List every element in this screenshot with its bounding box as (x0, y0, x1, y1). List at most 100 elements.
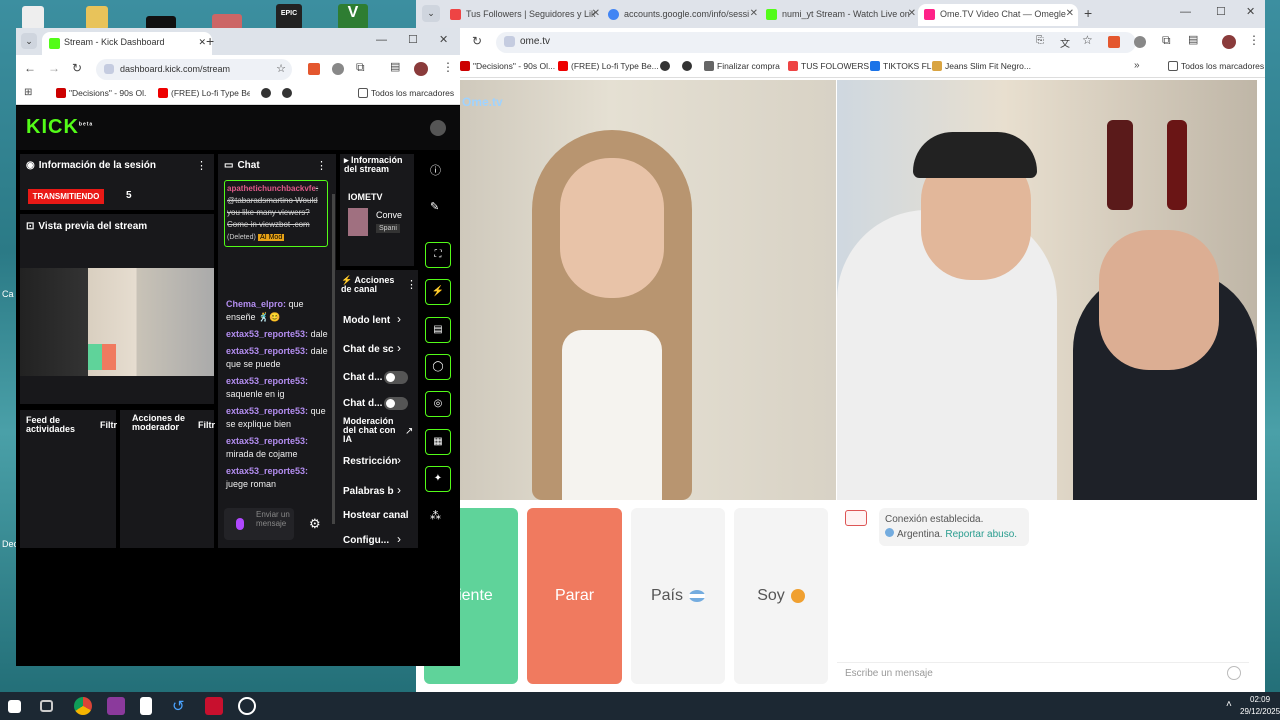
avatar[interactable] (1222, 35, 1236, 49)
tab-ometv[interactable]: Ome.TV Video Chat — Omegle ✕ (918, 4, 1078, 26)
sidebar-icon[interactable]: ▤ (1188, 33, 1198, 46)
notes-icon[interactable]: ▤ (425, 317, 451, 343)
bookmark-item[interactable]: TUS FOLOWERS (788, 61, 869, 71)
minimize-icon[interactable]: — (1180, 6, 1191, 18)
maximize-icon[interactable]: ☐ (1216, 5, 1226, 18)
tab-google-accounts[interactable]: accounts.google.com/info/sessi ✕ (602, 4, 762, 26)
menu-icon[interactable]: ⋮ (442, 60, 454, 74)
close-icon[interactable]: ✕ (908, 8, 916, 19)
bookmark-item[interactable]: TIKTOKS FL (870, 61, 932, 71)
back-icon[interactable]: ← (24, 61, 36, 75)
chat-username[interactable]: Chema_elpro: (226, 299, 286, 309)
action-slow-mode[interactable]: Modo lent (343, 315, 390, 326)
winrar-icon[interactable] (107, 697, 125, 715)
chat-username[interactable]: extax53_reporte53: (226, 436, 308, 446)
external-link-icon[interactable]: ↗ (405, 426, 413, 437)
tray-chevron-icon[interactable]: ˄ (1226, 699, 1232, 710)
broadcast-icon[interactable]: ◎ (425, 391, 451, 417)
tab-kick-stream[interactable]: numi_yt Stream - Watch Live on ✕ (760, 4, 920, 26)
more-bookmarks-icon[interactable]: » (1134, 60, 1140, 71)
message-input[interactable]: Escribe un mensaje (837, 662, 1249, 684)
layout-icon[interactable]: ▦ (425, 429, 451, 455)
bookmark-item[interactable]: (FREE) Lo-fi Type Be... (158, 88, 250, 98)
chat-send-box[interactable]: Enviar un mensaje (224, 508, 294, 540)
channel-actions-menu-icon[interactable]: ⋮ (406, 278, 417, 291)
mod-filter[interactable]: Filtr (198, 420, 215, 430)
tab-kick-dashboard[interactable]: Stream - Kick Dashboard ✕ (42, 32, 212, 55)
share-icon[interactable]: ⁂ (430, 509, 441, 522)
category-name[interactable]: Conve (376, 210, 402, 220)
action-settings[interactable]: Configu... (343, 535, 389, 546)
minimize-icon[interactable]: — (376, 34, 387, 46)
sidebar-icon[interactable]: ▤ (390, 60, 400, 73)
forward-icon[interactable]: → (48, 61, 60, 75)
chat-menu-icon[interactable]: ⋮ (316, 159, 327, 172)
new-tab-icon[interactable]: + (1084, 5, 1092, 21)
all-bookmarks[interactable]: Todos los marcadores (358, 88, 454, 98)
tab-tusfollowers[interactable]: Tus Followers | Seguidores y Lik ✕ (444, 4, 604, 26)
screenshot-icon[interactable]: ⛶ (425, 242, 451, 268)
maximize-icon[interactable]: ☐ (408, 33, 418, 46)
emoji-icon[interactable] (1227, 666, 1241, 680)
country-button[interactable]: País (631, 508, 725, 684)
edit-icon[interactable]: ✎ (430, 200, 439, 213)
chat-username[interactable]: extax53_reporte53: (226, 329, 308, 339)
action-ai-moderation[interactable]: Moderación del chat con IA (343, 417, 405, 444)
file-icon[interactable] (140, 697, 152, 715)
avatar[interactable] (414, 62, 428, 76)
toggle-switch[interactable] (384, 397, 408, 410)
feed-filter[interactable]: Filtr (100, 420, 117, 430)
extension-icon[interactable] (1134, 36, 1146, 48)
gender-button[interactable]: Soy (734, 508, 828, 684)
gta-icon[interactable]: V (338, 4, 368, 30)
chat-scrollbar[interactable] (332, 194, 335, 524)
kick-logo[interactable]: KICKbeta (26, 116, 93, 139)
session-menu-icon[interactable]: ⋮ (196, 159, 207, 172)
apps-icon[interactable]: ⊞ (24, 87, 32, 98)
mic-icon[interactable] (236, 518, 244, 530)
close-icon[interactable]: ✕ (592, 8, 600, 19)
all-bookmarks[interactable]: Todos los marcadores (1168, 61, 1264, 71)
bookmark-item[interactable]: (FREE) Lo-fi Type Be... (558, 61, 659, 71)
close-icon[interactable]: ✕ (750, 8, 758, 19)
site-info-icon[interactable] (504, 36, 515, 47)
lightning-icon[interactable]: ⚡ (425, 279, 451, 305)
action-restrictions[interactable]: Restricción (343, 456, 397, 467)
chevron-right-icon[interactable]: › (397, 483, 401, 497)
task-view-icon[interactable] (40, 700, 53, 712)
url-field[interactable]: dashboard.kick.com/stream ☆ (96, 59, 292, 80)
windows-start-icon[interactable] (8, 700, 21, 713)
reload-icon[interactable]: ↻ (472, 34, 482, 48)
app-icon[interactable] (238, 697, 256, 715)
action-banned-words[interactable]: Palabras b (343, 486, 394, 497)
deleted-user[interactable]: apathetichunchbackvfe (227, 184, 316, 193)
refresh-app-icon[interactable]: ↺ (172, 697, 190, 715)
chat-username[interactable]: extax53_reporte53: (226, 466, 308, 476)
report-abuse-link[interactable]: Reportar abuso. (945, 529, 1017, 540)
reload-icon[interactable]: ↻ (72, 61, 82, 75)
extension-icon[interactable] (308, 63, 320, 75)
translate-icon[interactable]: 文 (1060, 35, 1070, 50)
bookmark-item[interactable]: Jeans Slim Fit Negro... (932, 61, 1031, 71)
bookmark-item[interactable]: "Decisions" - 90s Ol... (460, 61, 555, 71)
wrench-icon[interactable]: ✦ (425, 466, 451, 492)
extension-icon[interactable] (1108, 36, 1120, 48)
chat-settings-icon[interactable]: ⚙ (309, 516, 321, 532)
action-sub-chat[interactable]: Chat de sc (343, 344, 394, 355)
install-icon[interactable]: ⎘ (1036, 35, 1044, 46)
chevron-right-icon[interactable]: › (397, 312, 401, 326)
action-host-channel[interactable]: Hostear canal (343, 510, 409, 521)
menu-icon[interactable]: ⋮ (1248, 33, 1260, 47)
info-icon[interactable]: ⓘ (430, 162, 441, 178)
site-info-icon[interactable] (104, 64, 114, 74)
chrome-icon[interactable] (74, 697, 92, 715)
desktop-icon-1[interactable] (22, 6, 44, 30)
desktop-icon-folder[interactable] (86, 6, 108, 30)
close-window-icon[interactable]: ✕ (439, 33, 448, 46)
stop-button[interactable]: Parar (527, 508, 622, 684)
chevron-right-icon[interactable]: › (397, 341, 401, 355)
close-icon[interactable]: ✕ (1066, 8, 1074, 19)
bookmark-star-icon[interactable]: ☆ (276, 62, 286, 75)
tab-search-icon[interactable]: ⌄ (21, 33, 37, 49)
tab-search-icon[interactable]: ⌄ (422, 5, 440, 22)
